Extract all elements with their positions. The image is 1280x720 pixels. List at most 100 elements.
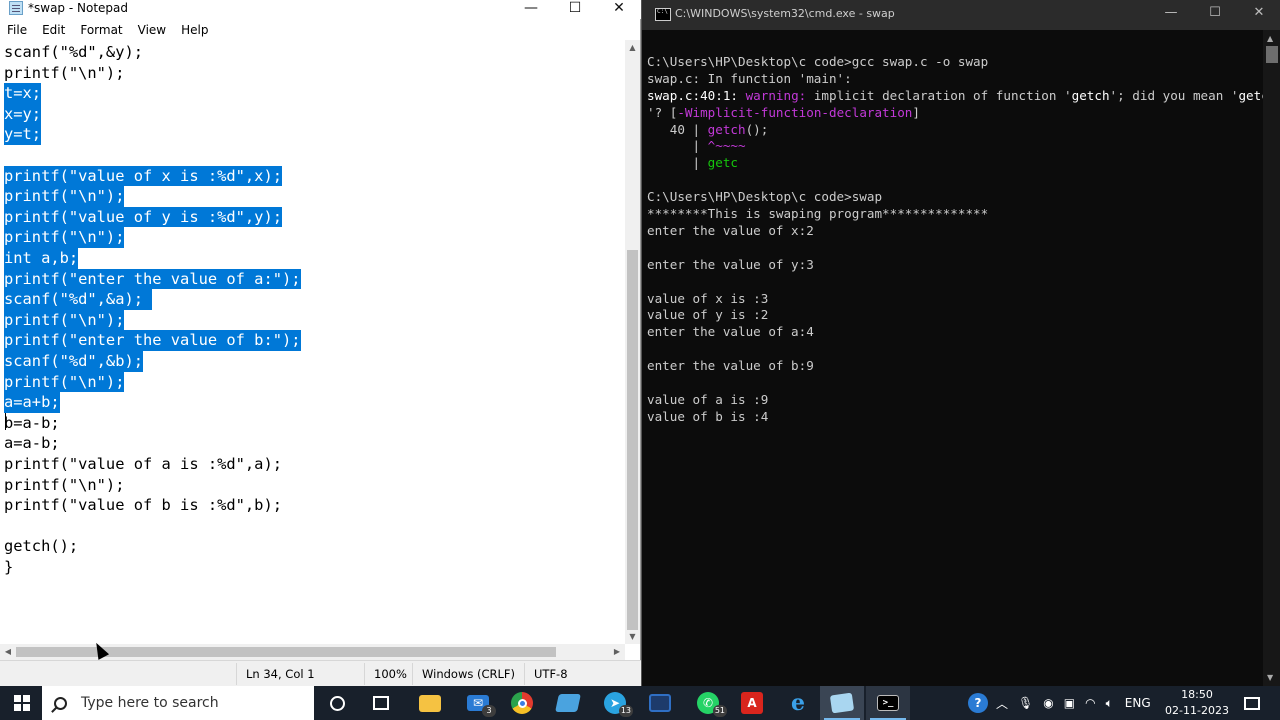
status-encoding: UTF-8 <box>534 667 568 681</box>
minimize-button[interactable]: — <box>509 0 553 16</box>
chevron-up-icon[interactable]: ︿ <box>996 695 1008 712</box>
terminal-text-segment: (); <box>745 121 769 137</box>
scroll-down-arrow-icon[interactable]: ▼ <box>625 629 640 644</box>
edge-button[interactable]: e <box>779 686 817 720</box>
code-line: printf("\n"); <box>4 475 125 494</box>
status-line-col: Ln 34, Col 1 <box>246 667 315 681</box>
chrome-button[interactable] <box>503 686 541 720</box>
status-divider <box>524 663 525 685</box>
menu-format[interactable]: Format <box>73 21 130 40</box>
terminal-text-segment: getch <box>707 121 746 137</box>
telegram-badge: 13 <box>618 705 633 717</box>
menu-file[interactable]: File <box>0 21 35 40</box>
scroll-left-arrow-icon[interactable]: ◀ <box>0 644 16 660</box>
code-line: printf("\n"); <box>4 371 125 393</box>
cmd-title-bar[interactable]: C:\WINDOWS\system32\cmd.exe - swap — ☐ ✕ <box>642 0 1280 30</box>
terminal-line: enter the value of a:4 <box>647 324 814 341</box>
status-divider <box>236 663 237 685</box>
code-line: printf("value of b is :%d",b); <box>4 496 282 515</box>
status-zoom: 100% <box>374 667 407 681</box>
microphone-icon[interactable]: 🎙︎ <box>1018 696 1033 710</box>
status-divider <box>412 663 413 685</box>
code-line: scanf("%d",&a); <box>4 289 153 310</box>
acrobat-button[interactable]: A <box>733 686 771 720</box>
scroll-right-arrow-icon[interactable]: ▶ <box>609 644 625 660</box>
notepad-status-bar: Ln 34, Col 1 100% Windows (CRLF) UTF-8 <box>0 660 641 686</box>
code-line: a=a-b; <box>4 434 60 453</box>
terminal-text-segment: -Wimplicit-function-declaration <box>677 104 913 120</box>
telegram-button[interactable]: ➤ 13 <box>595 686 635 720</box>
cmd-scroll-up-icon[interactable]: ▲ <box>1267 34 1273 43</box>
status-divider <box>364 663 365 685</box>
vertical-scrollbar[interactable]: ▲ ▼ <box>625 40 640 644</box>
search-placeholder: Type here to search <box>81 695 219 711</box>
notepad-taskbar-button[interactable] <box>820 686 864 720</box>
terminal-line: value of y is :2 <box>647 307 768 324</box>
notifications-button[interactable] <box>1238 686 1266 720</box>
maximize-button[interactable]: ☐ <box>553 0 597 16</box>
start-button[interactable] <box>4 686 40 720</box>
menu-view[interactable]: View <box>131 21 174 40</box>
wifi-icon[interactable]: ◠ <box>1085 696 1095 710</box>
close-button[interactable]: ✕ <box>597 0 641 16</box>
monitor-icon <box>649 694 671 712</box>
cmd-scrollbar[interactable]: ▲ ▼ <box>1263 30 1280 686</box>
menu-help[interactable]: Help <box>174 21 216 40</box>
terminal-text-segment: getc <box>707 155 739 171</box>
search-icon <box>54 696 67 710</box>
terminal-text-segment: enter the value of b:9 <box>647 358 814 374</box>
cmd-minimize-button[interactable]: — <box>1149 5 1193 25</box>
code-line: printf("value of y is :%d",y); <box>4 206 282 228</box>
mail-button[interactable]: ✉ 3 <box>458 686 498 720</box>
terminal-text-segment: value of y is :2 <box>647 307 769 323</box>
cmd-scroll-down-icon[interactable]: ▼ <box>1267 673 1273 682</box>
terminal-line: 40 | getch(); <box>647 121 769 139</box>
cmd-scroll-thumb[interactable] <box>1266 46 1278 63</box>
cmd-taskbar-button[interactable]: >_ <box>866 686 910 720</box>
notepad-window-title: *swap - Notepad <box>28 1 128 15</box>
language-indicator[interactable]: ENG <box>1125 696 1151 710</box>
file-explorer-button[interactable] <box>411 686 449 720</box>
notepad-text-area[interactable]: scanf("%d",&y); printf("\n"); t=x; x=y; y=t;… <box>0 40 625 644</box>
terminal-line: value of b is :4 <box>647 409 768 426</box>
terminal-text-segment: '? [ <box>647 104 678 120</box>
display-icon[interactable]: ▣ <box>1064 696 1075 710</box>
help-icon[interactable]: ? <box>968 693 988 713</box>
terminal-line: '? [-Wimplicit-function-declaration] <box>647 105 920 122</box>
notepad-title-bar[interactable]: *swap - Notepad — ☐ ✕ <box>0 0 641 19</box>
app-button[interactable] <box>549 686 587 720</box>
windows-logo-icon <box>14 695 30 711</box>
code-line: printf("\n"); <box>4 227 125 248</box>
taskbar-search-box[interactable]: Type here to search <box>42 686 314 720</box>
taskbar-clock[interactable]: 18:50 02-11-2023 <box>1162 686 1232 720</box>
menu-edit[interactable]: Edit <box>35 21 73 40</box>
whatsapp-button[interactable]: ✆ 51 <box>687 686 729 720</box>
task-view-button[interactable] <box>364 686 398 720</box>
notepad-app-icon <box>9 1 23 15</box>
scroll-up-arrow-icon[interactable]: ▲ <box>625 40 640 55</box>
volume-icon[interactable]: 🔈︎ <box>1106 696 1113 711</box>
code-line: t=x; <box>4 83 42 104</box>
terminal-line: C:\Users\HP\Desktop\c code>gcc swap.c -o… <box>647 54 988 71</box>
code-line: printf("\n"); <box>4 63 125 82</box>
vertical-scroll-thumb[interactable] <box>627 250 638 630</box>
camera-icon[interactable]: ◉ <box>1043 696 1053 710</box>
notepad-icon <box>829 692 855 714</box>
code-line: b=a-b; <box>4 413 60 432</box>
cmd-close-button[interactable]: ✕ <box>1237 5 1280 25</box>
cortana-button[interactable] <box>320 686 354 720</box>
terminal-line: swap.c:40:1: warning: implicit declarati… <box>647 88 1269 105</box>
terminal-icon: >_ <box>877 695 899 711</box>
cmd-window-title: C:\WINDOWS\system32\cmd.exe - swap <box>675 7 895 20</box>
terminal-text-segment: enter the value of y:3 <box>647 256 814 272</box>
terminal-text-segment: warning: <box>745 87 814 103</box>
terminal-text-segment: enter the value of a:4 <box>647 324 814 340</box>
app-button-2[interactable] <box>641 686 679 720</box>
clock-time: 18:50 <box>1181 688 1213 701</box>
cmd-maximize-button[interactable]: ☐ <box>1193 5 1237 25</box>
terminal-text-segment: '; did you mean ' <box>1109 87 1239 103</box>
code-line: getch(); <box>4 537 79 556</box>
terminal-text-segment: swap.c: In function 'main': <box>647 70 852 86</box>
terminal-line: ********This is swaping program*********… <box>647 206 988 223</box>
terminal-text-segment: C:\Users\HP\Desktop\c code>swap <box>647 189 883 205</box>
